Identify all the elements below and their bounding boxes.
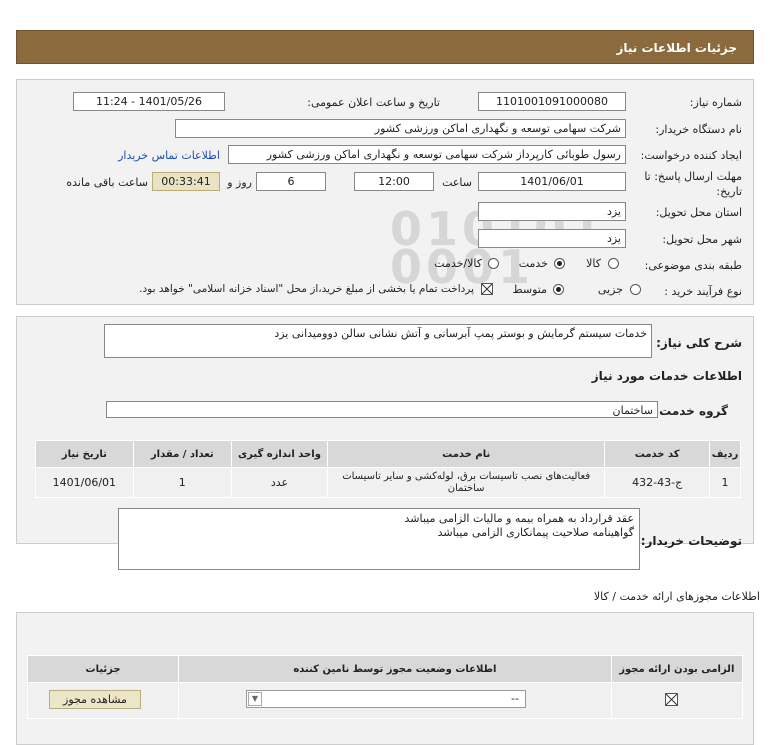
category-goods-label: کالا [586,257,601,270]
contact-buyer-link[interactable]: اطلاعات تماس خریدار [118,149,220,162]
services-table-header: ردیف کد خدمت نام خدمت واحد اندازه گیری ت… [35,440,741,468]
category-both-label: کالا/خدمت [434,257,482,270]
col-code: کد خدمت [604,440,711,468]
checkbox-cross-icon [666,694,677,705]
remaining-timer: 00:33:41 [152,172,220,191]
col-row: ردیف [709,440,741,468]
buyer-label: نام دستگاه خریدار: [655,123,742,136]
cell-name: فعالیت‌های نصب تاسیسات برق، لوله‌کشی و س… [327,467,606,498]
permits-table-header: الزامی بودن ارائه مجوز اطلاعات وضعیت مجو… [26,655,744,683]
col-permit-status: اطلاعات وضعیت مجوز توسط نامین کننده [178,655,612,683]
view-permit-button[interactable]: مشاهده مجوز [49,690,141,709]
col-date: تاریخ نیاز [35,440,134,468]
cell-code: ج-43-432 [604,467,711,498]
permit-required-checkbox [665,693,678,706]
process-medium-label: متوسط [512,283,547,296]
category-service-label: خدمت [518,257,548,270]
cell-date: 1401/06/01 [35,467,134,498]
days-label: روز و [227,176,252,189]
creator-field: رسول طوبائی کارپرداز شرکت سهامی توسعه و … [228,145,626,164]
city-label: شهر محل تحویل: [662,233,742,246]
days-field: 6 [256,172,326,191]
announce-field: 1401/05/26 - 11:24 [73,92,225,111]
deadline-date-field: 1401/06/01 [478,172,626,191]
province-label: استان محل تحویل: [655,206,742,219]
buyer-field: شرکت سهامی توسعه و نگهداری اماکن ورزشی ک… [175,119,626,138]
buyer-note-line-1: عقد قرارداد به همراه بیمه و مالیات الزام… [404,512,634,525]
chevron-down-icon: ▼ [248,692,262,706]
page-title: جزئیات اطلاعات نیاز [616,41,737,55]
col-name: نام خدمت [327,440,606,468]
col-qty: تعداد / مقدار [132,440,232,468]
checkbox-cross-icon [482,284,492,294]
process-minor-radio[interactable] [630,284,641,295]
category-label: طبقه بندی موضوعی: [644,259,742,272]
services-section-title: اطلاعات خدمات مورد نیاز [591,369,742,383]
creator-label: ایجاد کننده درخواست: [640,149,742,162]
table-row: 1 ج-43-432 فعالیت‌های نصب تاسیسات برق، ل… [35,467,741,498]
deadline-time-label: ساعت [442,176,472,189]
need-info-panel [16,79,754,305]
need-number-field: 1101001091000080 [478,92,626,111]
cell-unit: عدد [230,467,329,498]
services-table: ردیف کد خدمت نام خدمت واحد اندازه گیری ت… [35,440,741,498]
permit-status-select[interactable]: -- ▼ [246,690,526,708]
service-group-field: ساختمان [106,401,658,418]
col-permit-required: الزامی بودن ارائه مجوز [610,655,744,683]
col-permit-details: جزئیات [26,655,180,683]
city-field: یزد [478,229,626,248]
category-service-radio[interactable] [554,258,565,269]
buyer-note-line-2: گواهینامه صلاحیت پیمانکاری الزامی میباشد [437,526,634,539]
summary-field: خدمات سیستم گرمایش و بوستر پمپ آبرسانی و… [104,324,652,358]
category-goods-radio[interactable] [608,258,619,269]
deadline-label-1: مهلت ارسال پاسخ: تا [644,170,742,183]
buyer-notes-box: عقد قرارداد به همراه بیمه و مالیات الزام… [118,508,640,570]
cell-row: 1 [709,467,741,498]
province-field: یزد [478,202,626,221]
process-label: نوع فرآیند خرید : [664,285,742,298]
process-medium-radio[interactable] [553,284,564,295]
buyer-notes-label: توضیحات خریدار: [640,534,742,548]
cell-qty: 1 [132,467,232,498]
announce-label: تاریخ و ساعت اعلان عمومی: [307,96,440,109]
treasury-note: پرداخت تمام یا بخشی از مبلغ خرید،از محل … [139,283,474,295]
permit-status-value: -- [511,692,519,705]
deadline-label-2: تاریخ: [716,185,742,198]
need-number-label: شماره نیاز: [689,96,742,109]
service-group-label: گروه خدمت: [654,404,728,418]
permits-section-title: اطلاعات مجوزهای ارائه خدمت / کالا [593,590,760,603]
category-both-radio[interactable] [488,258,499,269]
process-minor-label: جزیی [597,283,623,296]
treasury-checkbox[interactable] [481,283,493,295]
summary-label: شرح کلی نیاز: [656,336,742,350]
page-header: جزئیات اطلاعات نیاز [16,30,754,64]
remaining-label: ساعت باقی مانده [66,176,148,189]
permits-table: الزامی بودن ارائه مجوز اطلاعات وضعیت مجو… [26,655,744,719]
col-unit: واحد اندازه گیری [230,440,329,468]
deadline-time-field: 12:00 [354,172,434,191]
